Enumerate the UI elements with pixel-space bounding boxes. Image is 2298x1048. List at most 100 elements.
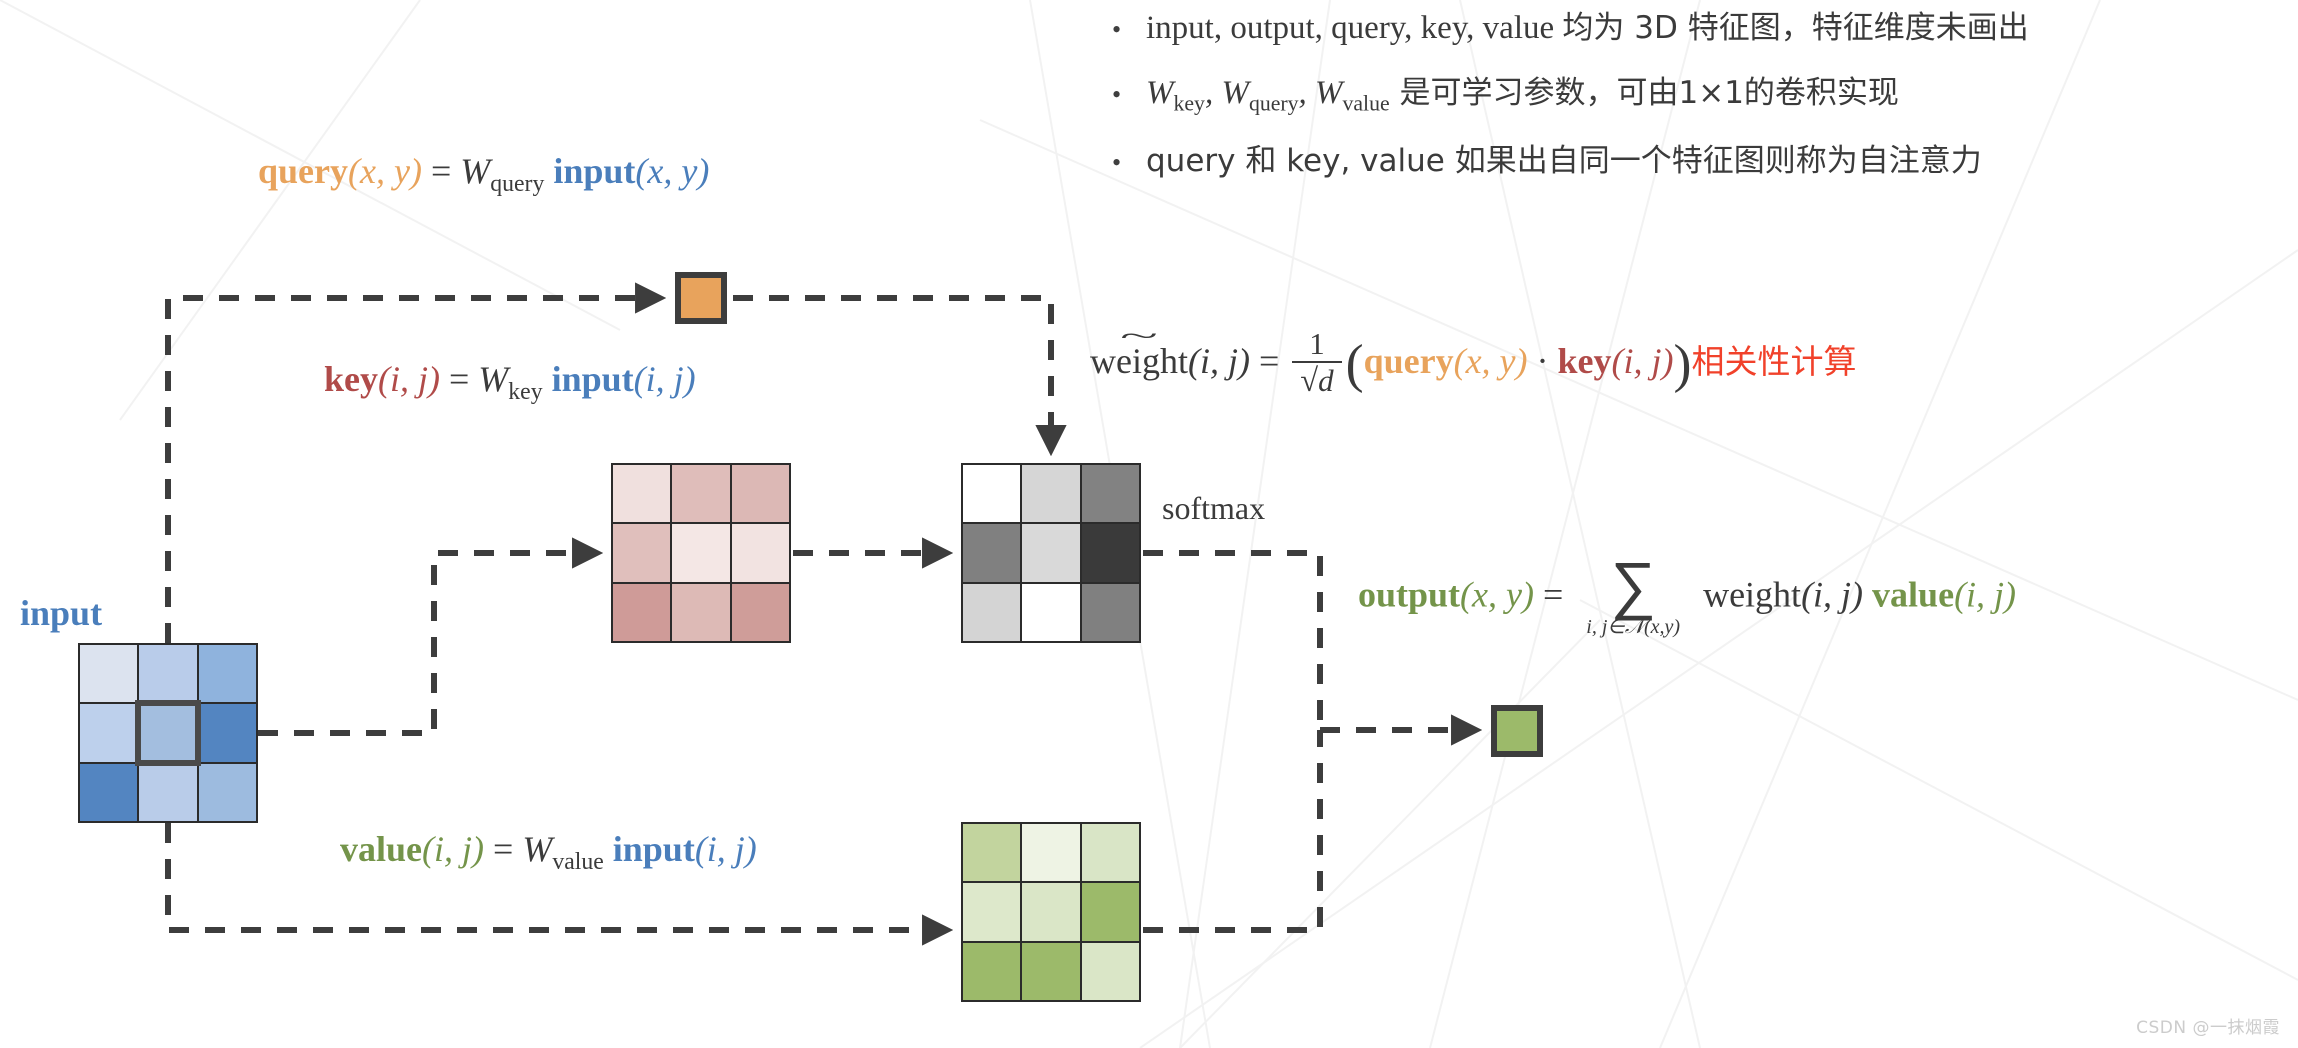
- formula-query: query(x, y) = Wquery input(x, y): [258, 150, 709, 198]
- formula-output-value: value: [1872, 574, 1955, 615]
- note-body: 是可学习参数，可由1×1的卷积实现: [1389, 75, 1899, 112]
- formula-value-lhs: value: [340, 829, 423, 869]
- list-item-text: input, output, query, key, value 均为 3D 特…: [1146, 8, 2029, 49]
- dot-product-operator: ·: [1536, 341, 1549, 382]
- grid-cell: [613, 583, 671, 641]
- note-body: 均为 3D 特征图，特征维度未画出: [1562, 10, 2029, 46]
- sqrt-icon: d: [1298, 360, 1336, 398]
- grid-cell: [613, 465, 671, 523]
- tilde-accent: ~: [1119, 321, 1158, 352]
- w-subscript-key: key: [1173, 91, 1205, 116]
- formula-value: value(i, j) = Wvalue input(i, j): [340, 828, 757, 876]
- key-feature-map-grid[interactable]: [611, 463, 791, 643]
- input-label: input: [20, 593, 103, 633]
- query-vector-cell[interactable]: [675, 272, 727, 324]
- notes-list: • input, output, query, key, value 均为 3D…: [1100, 8, 2290, 205]
- formula-weight: ~ weight (i, j) = 1 d (query(x, y) · key…: [1090, 323, 1857, 400]
- w-subscript-query: query: [1248, 91, 1299, 116]
- equals-sign: =: [448, 359, 470, 399]
- grid-cell: [731, 465, 789, 523]
- grid-cell: [139, 645, 197, 703]
- formula-key-lhs-args: (i, j): [378, 359, 440, 399]
- formula-weight-query-args: (x, y): [1453, 341, 1528, 382]
- grid-cell: [1081, 883, 1139, 941]
- formula-query-rhs: input: [553, 151, 636, 191]
- grid-cell: [80, 763, 138, 821]
- w-subscript: query: [490, 171, 545, 198]
- grid-cell: [731, 524, 789, 582]
- equals-sign: =: [430, 151, 452, 191]
- fraction-denominator: d: [1292, 360, 1342, 398]
- grid-cell: [963, 465, 1021, 523]
- formula-output-lhs-args: (x, y): [1460, 574, 1534, 615]
- formula-key-rhs-args: (i, j): [633, 359, 696, 399]
- grid-cell: [1022, 583, 1080, 641]
- formula-output-value-args: (i, j): [1954, 574, 2017, 615]
- grid-cell: [198, 704, 256, 762]
- watermark-text: CSDN @一抹烟霞: [2136, 1018, 2280, 1038]
- summation-operator: ∑ i, j∈𝒩(x,y): [1586, 549, 1681, 639]
- w-subscript: key: [508, 379, 543, 406]
- weight-map-grid[interactable]: [961, 463, 1141, 643]
- sigma-icon: ∑: [1610, 549, 1656, 623]
- summation-limits: i, j∈𝒩(x,y): [1586, 615, 1681, 638]
- open-paren: (: [1345, 333, 1364, 394]
- formula-output-lhs: output: [1358, 574, 1461, 615]
- grid-cell: [672, 583, 730, 641]
- list-item: • input, output, query, key, value 均为 3D…: [1100, 8, 2290, 49]
- formula-query-lhs-args: (x, y): [348, 151, 422, 191]
- grid-cell: [672, 465, 730, 523]
- softmax-label: softmax: [1162, 490, 1266, 526]
- one-over-sqrt-d: 1 d: [1292, 326, 1342, 398]
- bullet-marker-icon: •: [1112, 148, 1122, 178]
- formula-weight-lhs-group: ~ weight: [1090, 323, 1188, 382]
- bullet-marker-icon: •: [1112, 80, 1122, 110]
- grid-cell: [1022, 465, 1080, 523]
- grid-cell: [139, 763, 197, 821]
- w-symbol: W: [1146, 75, 1174, 112]
- value-feature-map-grid[interactable]: [961, 822, 1141, 1002]
- formula-weight-key: key: [1557, 341, 1612, 382]
- equals-sign: =: [1542, 574, 1564, 615]
- equals-sign: =: [493, 829, 514, 869]
- grid-cell: [198, 763, 256, 821]
- grid-cell: [963, 883, 1021, 941]
- grid-cell: [80, 704, 138, 762]
- note-term-list: input, output, query, key, value: [1146, 10, 1563, 46]
- grid-cell: [613, 524, 671, 582]
- grid-cell: [80, 645, 138, 703]
- w-symbol: W: [522, 829, 553, 869]
- diagram-canvas: • input, output, query, key, value 均为 3D…: [0, 0, 2298, 1048]
- input-feature-map-grid[interactable]: [78, 643, 258, 823]
- w-subscript-value: value: [1342, 91, 1390, 116]
- grid-cell: [1081, 465, 1139, 523]
- grid-cell: [731, 583, 789, 641]
- grid-cell: [1081, 824, 1139, 882]
- formula-weight-query: query: [1363, 341, 1454, 382]
- grid-cell: [1022, 824, 1080, 882]
- formula-key-rhs: input: [551, 359, 634, 399]
- grid-cell: [1022, 524, 1080, 582]
- output-vector-cell[interactable]: [1491, 705, 1543, 757]
- w-symbol: W: [460, 151, 491, 191]
- grid-cell: [198, 645, 256, 703]
- bullet-marker-icon: •: [1112, 15, 1122, 44]
- grid-cell: [963, 524, 1021, 582]
- list-item-text: Wkey, Wquery, Wvalue 是可学习参数，可由1×1的卷积实现: [1146, 73, 1899, 118]
- grid-cell: [1022, 883, 1080, 941]
- grid-cell: [963, 583, 1021, 641]
- formula-weight-key-args: (i, j): [1611, 341, 1674, 382]
- formula-value-rhs-args: (i, j): [694, 829, 757, 869]
- formula-value-lhs-args: (i, j): [422, 829, 484, 869]
- formula-query-lhs: query: [258, 151, 348, 191]
- formula-weight-lhs-args: (i, j): [1187, 341, 1250, 382]
- list-item-text: query 和 key, value 如果出自同一个特征图则称为自注意力: [1146, 143, 1982, 180]
- formula-key: key(i, j) = Wkey input(i, j): [324, 358, 696, 406]
- w-subscript: value: [552, 849, 604, 876]
- grid-cell: [1081, 583, 1139, 641]
- grid-cell: [1081, 942, 1139, 1000]
- w-symbol: W: [478, 359, 509, 399]
- fraction-numerator: 1: [1309, 326, 1325, 361]
- formula-output-weight-args: (i, j): [1801, 574, 1864, 615]
- formula-query-rhs-args: (x, y): [635, 151, 710, 191]
